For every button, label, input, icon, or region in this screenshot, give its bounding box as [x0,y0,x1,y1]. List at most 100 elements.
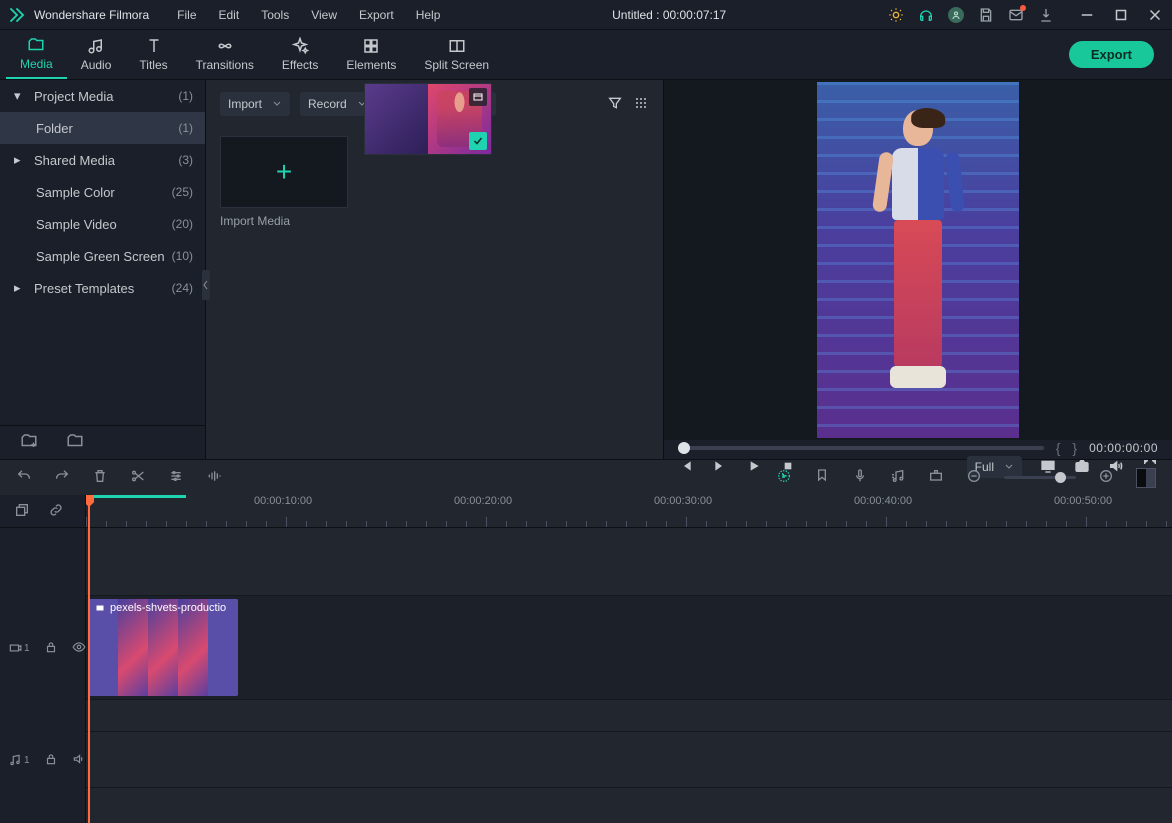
window-maximize[interactable] [1112,6,1130,24]
media-grid: + Import Media Instagram Reels [206,122,663,242]
video-track[interactable]: pexels-shvets-productio [86,596,1172,700]
timeline-ruler[interactable]: 00:00:10:0000:00:20:0000:00:30:0000:00:4… [86,495,1172,528]
next-frame-button[interactable] [712,458,728,477]
sidebar-item-project-media[interactable]: ▾ Project Media (1) [0,80,205,112]
chevron-down-icon: ▾ [14,88,26,104]
menubar: File Edit Tools View Export Help [167,4,450,26]
menu-export[interactable]: Export [349,4,404,26]
audio-edit-icon[interactable] [206,468,222,487]
account-icon[interactable] [948,7,964,23]
timeline-tracks[interactable]: 00:00:10:0000:00:20:0000:00:30:0000:00:4… [86,495,1172,823]
window-minimize[interactable] [1078,6,1096,24]
video-badge-icon [469,88,487,106]
window-close[interactable] [1146,6,1164,24]
chevron-right-icon: ▸ [14,280,26,296]
tab-split-label: Split Screen [424,58,489,72]
zoom-slider[interactable] [1004,476,1076,479]
gap-track[interactable] [86,700,1172,732]
panel-resize-handle[interactable] [202,270,210,300]
import-dropdown[interactable]: Import [220,92,290,116]
tab-elements-label: Elements [346,58,396,72]
media-sidebar: ▾ Project Media (1) Folder (1) ▸ Shared … [0,80,206,459]
link-icon[interactable] [48,502,64,521]
timeline-split-view[interactable] [1136,468,1156,488]
tab-titles-label: Titles [139,58,167,72]
import-media-tile[interactable]: + Import Media [220,136,348,228]
tab-effects[interactable]: Effects [268,30,332,79]
lock-icon[interactable] [44,640,58,657]
menu-view[interactable]: View [301,4,347,26]
tab-media-label: Media [20,57,53,71]
mute-icon[interactable] [72,752,86,769]
grid-view-icon[interactable] [633,95,649,114]
snapshot-icon[interactable] [1074,458,1090,477]
menu-help[interactable]: Help [406,4,451,26]
tab-transitions[interactable]: Transitions [182,30,268,79]
timeline-gutter: 1 1 [0,495,86,823]
save-icon[interactable] [978,7,994,23]
track-head-video[interactable]: 1 [0,596,85,700]
voiceover-icon[interactable] [852,468,868,487]
plus-icon: + [276,156,292,188]
visibility-icon[interactable] [72,640,86,657]
tab-elements[interactable]: Elements [332,30,410,79]
filter-icon[interactable] [607,95,623,114]
new-folder-icon[interactable] [20,432,38,453]
display-icon[interactable] [1040,458,1056,477]
zoom-in-icon[interactable] [1098,468,1114,487]
adjust-icon[interactable] [168,468,184,487]
empty-track-2[interactable] [86,788,1172,823]
playhead[interactable] [88,495,90,823]
download-icon[interactable] [1038,7,1054,23]
open-folder-icon[interactable] [66,432,84,453]
export-button[interactable]: Export [1069,41,1154,68]
sidebar-item-sample-video[interactable]: Sample Video (20) [0,208,205,240]
preview-canvas[interactable] [664,80,1172,440]
sidebar-item-shared-media[interactable]: ▸ Shared Media (3) [0,144,205,176]
tool-tabs: Media Audio Titles Transitions Effects E… [0,29,1172,80]
tips-icon[interactable] [888,7,904,23]
marker-icon[interactable] [814,468,830,487]
redo-icon[interactable] [54,468,70,487]
preview-panel: { } 00:00:00:00 Full [663,80,1172,459]
zoom-out-icon[interactable] [966,468,982,487]
tab-media[interactable]: Media [6,30,67,79]
tab-audio[interactable]: Audio [67,30,126,79]
sidebar-item-sample-green-screen[interactable]: Sample Green Screen (10) [0,240,205,272]
app-logo-icon [8,6,26,24]
menu-edit[interactable]: Edit [209,4,250,26]
empty-track[interactable] [86,528,1172,596]
mark-in-icon[interactable]: { [1056,440,1061,456]
titlebar-actions [888,6,1164,24]
scrub-track[interactable] [678,446,1044,450]
video-clip[interactable]: pexels-shvets-productio [88,599,238,696]
sidebar-item-preset-templates[interactable]: ▸ Preset Templates (24) [0,272,205,304]
messages-icon[interactable] [1008,7,1024,23]
preview-scrub-bar: { } 00:00:00:00 [664,440,1172,456]
audio-track[interactable] [86,732,1172,788]
sidebar-item-folder[interactable]: Folder (1) [0,112,205,144]
play-button[interactable] [746,458,762,477]
track-head-audio[interactable]: 1 [0,732,85,788]
prev-frame-button[interactable] [678,458,694,477]
tab-titles[interactable]: Titles [125,30,181,79]
split-icon[interactable] [130,468,146,487]
delete-icon[interactable] [92,468,108,487]
mark-out-icon[interactable]: } [1072,440,1077,456]
media-clip-tile[interactable]: Instagram Reels [364,136,492,228]
menu-tools[interactable]: Tools [251,4,299,26]
render-icon[interactable] [776,468,792,487]
keyframe-icon[interactable] [928,468,944,487]
titlebar: Wondershare Filmora File Edit Tools View… [0,0,1172,29]
lock-icon[interactable] [44,752,58,769]
support-icon[interactable] [918,7,934,23]
menu-file[interactable]: File [167,4,206,26]
mixer-icon[interactable] [890,468,906,487]
tab-split-screen[interactable]: Split Screen [410,30,503,79]
used-badge-icon [469,132,487,150]
preview-timecode: 00:00:00:00 [1089,441,1158,455]
sidebar-footer [0,425,205,459]
undo-icon[interactable] [16,468,32,487]
duplicate-track-icon[interactable] [14,502,30,521]
sidebar-item-sample-color[interactable]: Sample Color (25) [0,176,205,208]
